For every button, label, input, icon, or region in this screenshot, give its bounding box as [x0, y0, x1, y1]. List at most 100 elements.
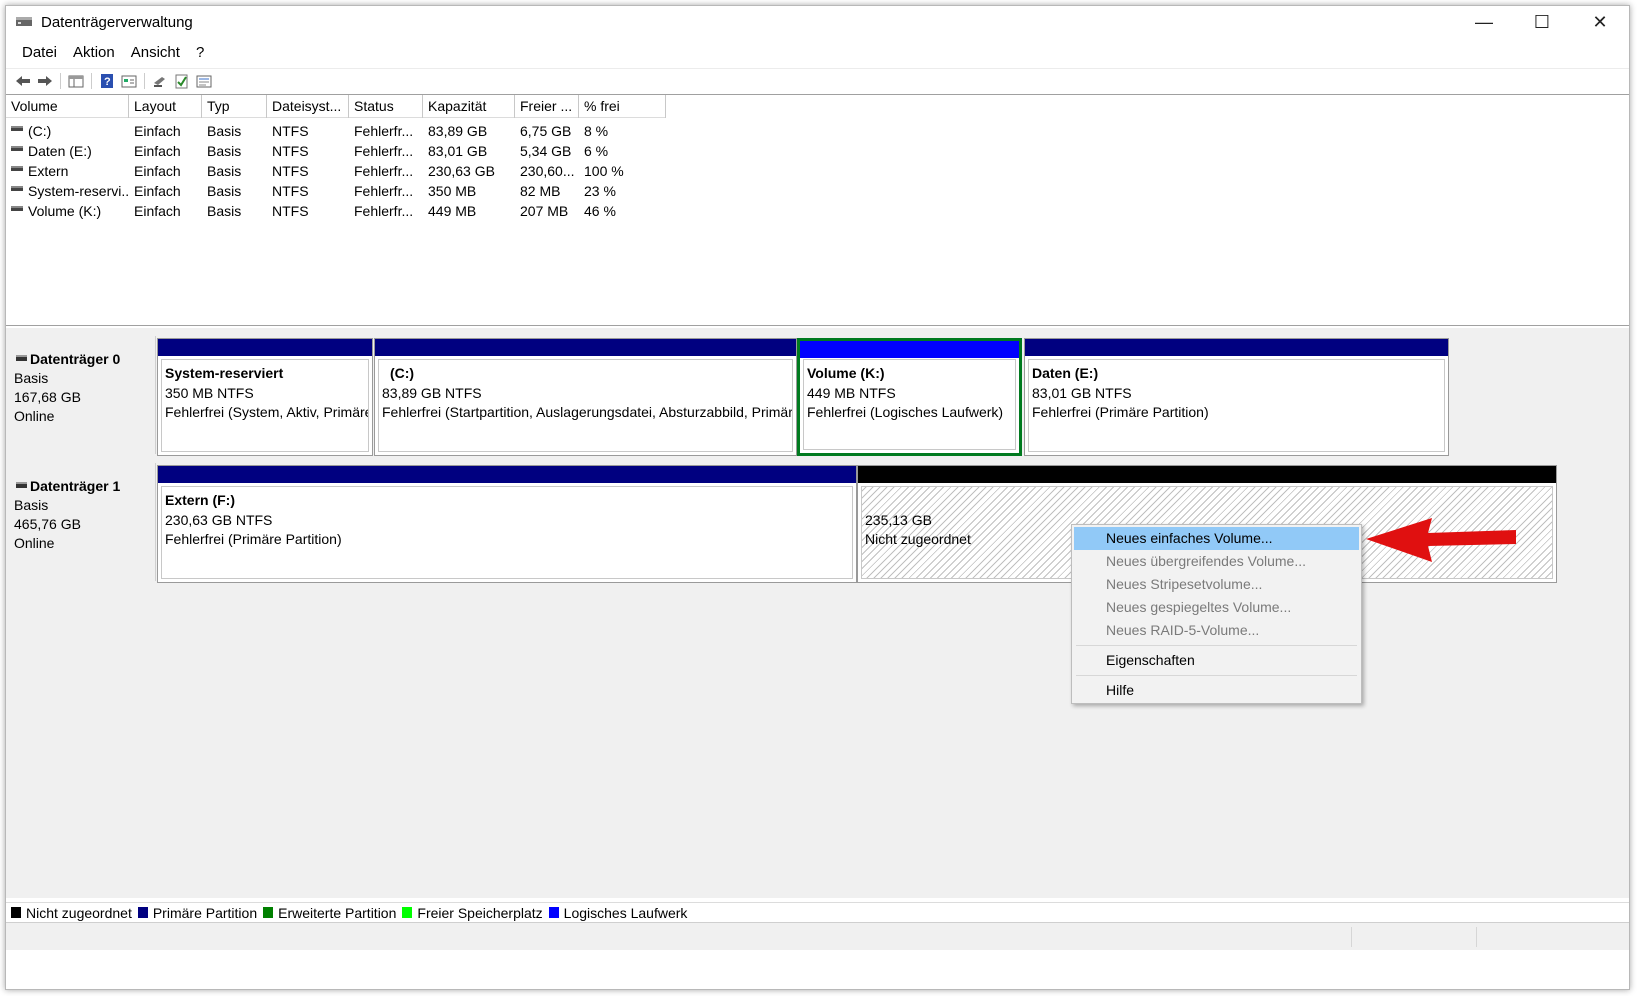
- disk-0-name: Datenträger 0: [14, 350, 155, 369]
- legend-swatch: [402, 907, 413, 918]
- column-header-layout[interactable]: Layout: [129, 95, 202, 118]
- menu-item-properties[interactable]: Eigenschaften: [1074, 649, 1359, 672]
- disk-1-label[interactable]: Datenträger 1 Basis 465,76 GB Online: [6, 463, 156, 581]
- status-cell: Fehlerfr...: [354, 163, 414, 179]
- typ-cell: Basis: [207, 163, 242, 179]
- partition-c[interactable]: (C:) 83,89 GB NTFS Fehlerfrei (Startpart…: [374, 338, 797, 456]
- menu-item-help[interactable]: Hilfe: [1074, 679, 1359, 702]
- partition-name: [865, 491, 1552, 511]
- capacity-cell: 230,63 GB: [428, 163, 495, 179]
- percent-free-cell: 46 %: [584, 203, 616, 219]
- menu-datei[interactable]: Datei: [14, 42, 65, 64]
- annotation-arrow-icon: [1366, 518, 1516, 562]
- table-row[interactable]: (C:) Einfach Basis NTFS Fehlerfr... 83,8…: [6, 121, 666, 141]
- layout-cell: Einfach: [134, 143, 181, 159]
- disk-0-label[interactable]: Datenträger 0 Basis 167,68 GB Online: [6, 336, 156, 454]
- column-header-volume[interactable]: Volume: [6, 95, 129, 118]
- help-icon[interactable]: ?: [96, 71, 118, 91]
- status-segment: [1351, 927, 1475, 947]
- column-header-freier[interactable]: Freier ...: [515, 95, 579, 118]
- partition-system-reserved[interactable]: System-reserviert 350 MB NTFS Fehlerfrei…: [157, 338, 373, 456]
- menu-ansicht[interactable]: Ansicht: [123, 42, 188, 64]
- partition-e[interactable]: Daten (E:) 83,01 GB NTFS Fehlerfrei (Pri…: [1024, 338, 1449, 456]
- close-button[interactable]: ✕: [1571, 6, 1629, 38]
- filesystem-cell: NTFS: [272, 183, 309, 199]
- legend: Nicht zugeordnet Primäre Partition Erwei…: [6, 902, 1629, 922]
- menu-item-new-striped-volume[interactable]: Neues Stripesetvolume...: [1074, 573, 1359, 596]
- free-cell: 5,34 GB: [520, 143, 572, 159]
- volume-icon: [11, 165, 23, 171]
- typ-cell: Basis: [207, 123, 242, 139]
- partition-bar: [375, 339, 796, 356]
- status-cell: Fehlerfr...: [354, 183, 414, 199]
- disk-management-window: Datenträgerverwaltung — ☐ ✕ Datei Aktion…: [5, 5, 1630, 990]
- legend-item: Freier Speicherplatz: [402, 905, 543, 921]
- toolbar-separator: [144, 72, 145, 89]
- disk-0-type: Basis: [14, 370, 49, 386]
- volume-name: Extern: [28, 163, 69, 179]
- maximize-button[interactable]: ☐: [1513, 6, 1571, 38]
- check-icon[interactable]: [171, 71, 193, 91]
- volume-name: (C:): [28, 123, 52, 139]
- volume-list-header: Volume Layout Typ Dateisyst... Status Ka…: [6, 95, 666, 118]
- status-bar: [6, 922, 1629, 950]
- partition-bar: [858, 466, 1556, 483]
- column-header-kapazitaet[interactable]: Kapazität: [423, 95, 515, 118]
- disk-1-size: 465,76 GB: [14, 516, 81, 532]
- partition-size: 230,63 GB NTFS: [165, 511, 273, 528]
- menu-item-new-mirrored-volume[interactable]: Neues gespiegeltes Volume...: [1074, 596, 1359, 619]
- legend-item: Primäre Partition: [137, 904, 258, 921]
- table-row[interactable]: Daten (E:) Einfach Basis NTFS Fehlerfr..…: [6, 141, 666, 161]
- toolbar-separator: [91, 72, 92, 89]
- menu-separator: [1076, 645, 1357, 646]
- toolbar-separator: [60, 72, 61, 89]
- key-icon[interactable]: [149, 71, 171, 91]
- forward-arrow-icon[interactable]: [34, 71, 56, 91]
- minimize-button[interactable]: —: [1455, 6, 1513, 38]
- partition-name: Volume (K:): [807, 365, 885, 381]
- disk-1-name: Datenträger 1: [14, 477, 155, 496]
- menu-item-new-simple-volume[interactable]: Neues einfaches Volume...: [1074, 527, 1359, 550]
- volume-cell: Volume (K:): [6, 201, 129, 221]
- menu-help[interactable]: ?: [188, 42, 212, 64]
- back-arrow-icon[interactable]: [12, 71, 34, 91]
- disk-1-type: Basis: [14, 497, 49, 513]
- typ-cell: Basis: [207, 203, 242, 219]
- free-cell: 207 MB: [520, 203, 569, 219]
- column-header-status[interactable]: Status: [349, 95, 423, 118]
- menu-item-new-raid5-volume[interactable]: Neues RAID-5-Volume...: [1074, 619, 1359, 642]
- table-row[interactable]: System-reservi... Einfach Basis NTFS Feh…: [6, 181, 666, 201]
- partition-k-selected[interactable]: Volume (K:) 449 MB NTFS Fehlerfrei (Logi…: [797, 338, 1022, 456]
- filesystem-cell: NTFS: [272, 163, 309, 179]
- partition-status: Fehlerfrei (Primäre Partition): [1032, 404, 1209, 420]
- column-header-prozent-frei[interactable]: % frei: [579, 95, 666, 118]
- capacity-cell: 350 MB: [428, 183, 477, 199]
- volume-icon: [11, 145, 23, 151]
- menu-item-new-spanned-volume[interactable]: Neues übergreifendes Volume...: [1074, 550, 1359, 573]
- status-cell: Fehlerfr...: [354, 143, 414, 159]
- column-header-typ[interactable]: Typ: [202, 95, 267, 118]
- partition-f[interactable]: Extern (F:) 230,63 GB NTFS Fehlerfrei (P…: [157, 465, 857, 583]
- status-cell: Fehlerfr...: [354, 203, 414, 219]
- legend-swatch: [11, 907, 21, 918]
- partition-bar: [800, 341, 1019, 358]
- disk-1-state: Online: [14, 535, 55, 551]
- list-icon[interactable]: [193, 71, 215, 91]
- layout-cell: Einfach: [134, 123, 181, 139]
- volume-icon: [11, 125, 23, 131]
- partition-name: (C:): [390, 365, 415, 381]
- menu-aktion[interactable]: Aktion: [65, 42, 123, 64]
- column-header-dateisystem[interactable]: Dateisyst...: [267, 95, 349, 118]
- view-icon[interactable]: [118, 71, 140, 91]
- panel-icon[interactable]: [65, 71, 87, 91]
- percent-free-cell: 6 %: [584, 143, 609, 159]
- partition-status: Fehlerfrei (System, Aktiv, Primäre Parti…: [165, 404, 369, 420]
- filesystem-cell: NTFS: [272, 143, 309, 159]
- volume-cell: System-reservi...: [6, 181, 129, 201]
- legend-item: Logisches Laufwerk: [548, 905, 687, 921]
- table-row[interactable]: Extern Einfach Basis NTFS Fehlerfr... 23…: [6, 161, 666, 181]
- filesystem-cell: NTFS: [272, 203, 309, 219]
- legend-label: Primäre Partition: [152, 904, 258, 921]
- table-row[interactable]: Volume (K:) Einfach Basis NTFS Fehlerfr.…: [6, 201, 666, 221]
- partition-bar: [158, 339, 372, 356]
